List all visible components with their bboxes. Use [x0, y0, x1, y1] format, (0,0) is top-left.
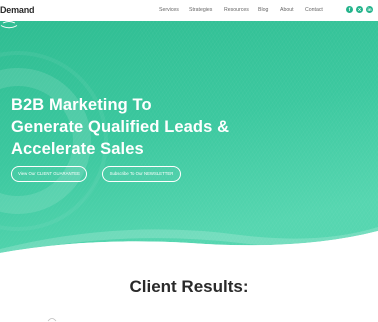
hero-title-line-2: Generate Qualified Leads & [11, 118, 230, 136]
newsletter-button[interactable]: Subscribe To Our NEWSLETTER [102, 166, 181, 182]
site-header: Demand Services Strategies Resources Blo… [0, 0, 378, 21]
scroll-down-icon[interactable] [0, 21, 18, 29]
hero-section: B2B Marketing To Generate Qualified Lead… [0, 21, 378, 253]
x-twitter-icon[interactable]: X [356, 6, 363, 13]
linkedin-icon[interactable]: in [366, 6, 373, 13]
facebook-icon[interactable]: f [346, 6, 353, 13]
decorative-arc-icon [47, 318, 57, 322]
client-results-heading: Client Results: [129, 277, 249, 296]
hero-title-line-1: B2B Marketing To [11, 96, 152, 114]
logo[interactable]: Demand [0, 5, 35, 15]
hero-title-line-3: Accelerate Sales [11, 140, 144, 158]
client-guarantee-button[interactable]: View Our CLIENT GUARANTEE [11, 166, 87, 182]
hero-title: B2B Marketing To Generate Qualified Lead… [11, 94, 229, 160]
nav-item-about[interactable]: About [280, 7, 294, 13]
nav-item-resources[interactable]: Resources [224, 7, 249, 13]
nav-item-blog[interactable]: Blog [258, 7, 268, 13]
nav-item-contact[interactable]: Contact [305, 7, 323, 13]
nav-item-strategies[interactable]: Strategies [189, 7, 212, 13]
nav-item-services[interactable]: Services [159, 7, 179, 13]
